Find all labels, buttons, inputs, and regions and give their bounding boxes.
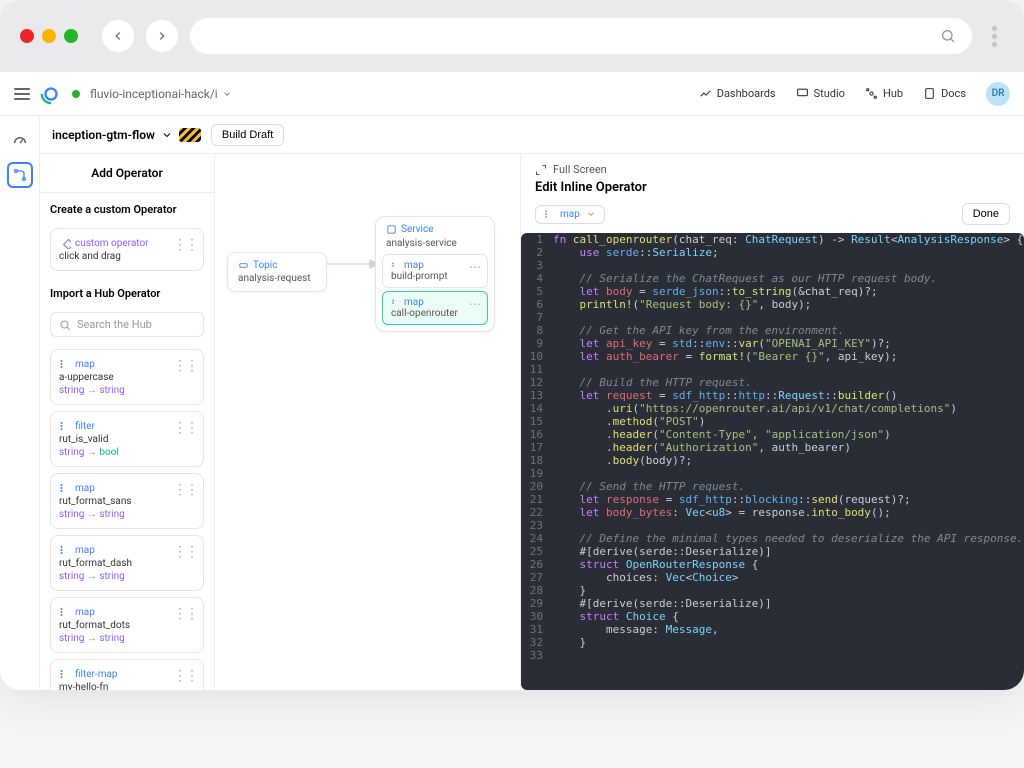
map-icon — [59, 482, 71, 494]
app-header: fluvio-inceptionai-hack/i Dashboards Stu… — [0, 72, 1024, 116]
fullscreen-button[interactable]: Full Screen — [521, 154, 1024, 180]
service-icon — [386, 224, 397, 235]
custom-operator-card[interactable]: custom operator click and drag ⋮⋮ — [50, 228, 204, 271]
hub-operator-card[interactable]: maprut_format_dotsstring → string⋮⋮ — [50, 597, 204, 653]
drag-handle-icon[interactable]: ⋮⋮ — [173, 482, 197, 498]
filter-icon — [59, 420, 71, 432]
map-icon — [59, 358, 71, 370]
add-operator-heading: Add Operator — [40, 154, 214, 193]
chart-icon — [699, 87, 712, 100]
map-icon — [391, 261, 401, 271]
operator-sidebar: Add Operator Create a custom Operator cu… — [40, 154, 215, 690]
status-icon — [72, 90, 80, 98]
code-editor[interactable]: 1fn call_openrouter(chat_req: ChatReques… — [521, 233, 1024, 690]
rail-gauge[interactable] — [7, 128, 33, 154]
monitor-icon — [796, 87, 809, 100]
filter-map-icon — [59, 668, 71, 680]
search-icon — [59, 319, 71, 331]
editor-title: Edit Inline Operator — [521, 180, 1024, 203]
hub-operator-card[interactable]: filterrut_is_validstring → bool⋮⋮ — [50, 411, 204, 467]
topic-icon — [238, 260, 249, 271]
drag-handle-icon[interactable]: ⋮⋮ — [173, 544, 197, 560]
hub-operator-card[interactable]: maprut_format_sansstring → string⋮⋮ — [50, 473, 204, 529]
window-controls — [20, 29, 78, 43]
service-step[interactable]: mapbuild-prompt⋯ — [382, 254, 488, 288]
map-icon — [391, 298, 401, 308]
hub-operator-card[interactable]: mapa-uppercasestring → string⋮⋮ — [50, 349, 204, 405]
address-bar[interactable] — [190, 18, 972, 54]
browser-chrome — [0, 0, 1024, 72]
nav-dashboards[interactable]: Dashboards — [699, 87, 776, 100]
service-step[interactable]: mapcall-openrouter⋯ — [382, 291, 488, 325]
node-topic[interactable]: Topic analysis-request — [227, 252, 327, 292]
drag-handle-icon[interactable]: ⋮⋮ — [173, 606, 197, 622]
hub-operator-card[interactable]: filter-mapmy-hello-fnstring → string⋮⋮ — [50, 659, 204, 690]
flow-canvas[interactable]: Topic analysis-request Service analysis-… — [215, 154, 520, 690]
chevron-down-icon — [161, 129, 173, 141]
build-draft-button[interactable]: Build Draft — [211, 124, 284, 146]
chevron-down-icon — [222, 89, 232, 99]
back-button[interactable] — [102, 20, 134, 52]
menu-icon[interactable] — [14, 88, 30, 100]
create-operator-label: Create a custom Operator — [40, 193, 214, 222]
operator-type-select[interactable]: map — [535, 205, 605, 224]
chevron-down-icon — [586, 209, 596, 219]
diamond-icon — [59, 237, 71, 249]
hub-icon — [865, 87, 878, 100]
nav-hub[interactable]: Hub — [865, 87, 903, 100]
hub-operator-card[interactable]: maprut_format_dashstring → string⋮⋮ — [50, 535, 204, 591]
done-button[interactable]: Done — [962, 203, 1010, 225]
editor-panel: Full Screen Edit Inline Operator map Don… — [520, 154, 1024, 690]
map-icon — [544, 209, 554, 219]
step-menu-icon[interactable]: ⋯ — [469, 297, 479, 311]
forward-button[interactable] — [146, 20, 178, 52]
node-service[interactable]: Service analysis-service mapbuild-prompt… — [375, 216, 495, 332]
edge — [322, 254, 372, 274]
expand-icon — [535, 164, 547, 176]
minimize-icon[interactable] — [42, 29, 56, 43]
logo-icon — [40, 83, 62, 105]
search-icon — [940, 28, 956, 44]
drag-handle-icon[interactable]: ⋮⋮ — [173, 420, 197, 436]
doc-icon — [923, 87, 936, 100]
flow-subheader: inception-gtm-flow Build Draft — [40, 116, 1024, 154]
drag-handle-icon[interactable]: ⋮⋮ — [173, 668, 197, 684]
gauge-icon — [12, 133, 28, 149]
maximize-icon[interactable] — [64, 29, 78, 43]
step-menu-icon[interactable]: ⋯ — [469, 260, 479, 274]
project-selector[interactable]: fluvio-inceptionai-hack/i — [72, 87, 232, 101]
drag-handle-icon[interactable]: ⋮⋮ — [173, 358, 197, 374]
nav-studio[interactable]: Studio — [796, 87, 845, 100]
map-icon — [59, 544, 71, 556]
close-icon[interactable] — [20, 29, 34, 43]
service-name: analysis-service — [380, 238, 490, 251]
left-rail — [0, 116, 40, 690]
draft-icon — [179, 128, 201, 142]
import-operator-label: Import a Hub Operator — [40, 277, 214, 306]
nav-docs[interactable]: Docs — [923, 87, 966, 100]
drag-handle-icon[interactable]: ⋮⋮ — [173, 237, 197, 253]
map-icon — [59, 606, 71, 618]
rail-flow[interactable] — [7, 162, 33, 188]
flow-icon — [12, 167, 28, 183]
flow-title[interactable]: inception-gtm-flow — [52, 128, 201, 142]
search-hub-input[interactable]: Search the Hub — [50, 312, 204, 337]
browser-menu-button[interactable] — [984, 26, 1004, 47]
avatar[interactable]: DR — [986, 82, 1010, 106]
